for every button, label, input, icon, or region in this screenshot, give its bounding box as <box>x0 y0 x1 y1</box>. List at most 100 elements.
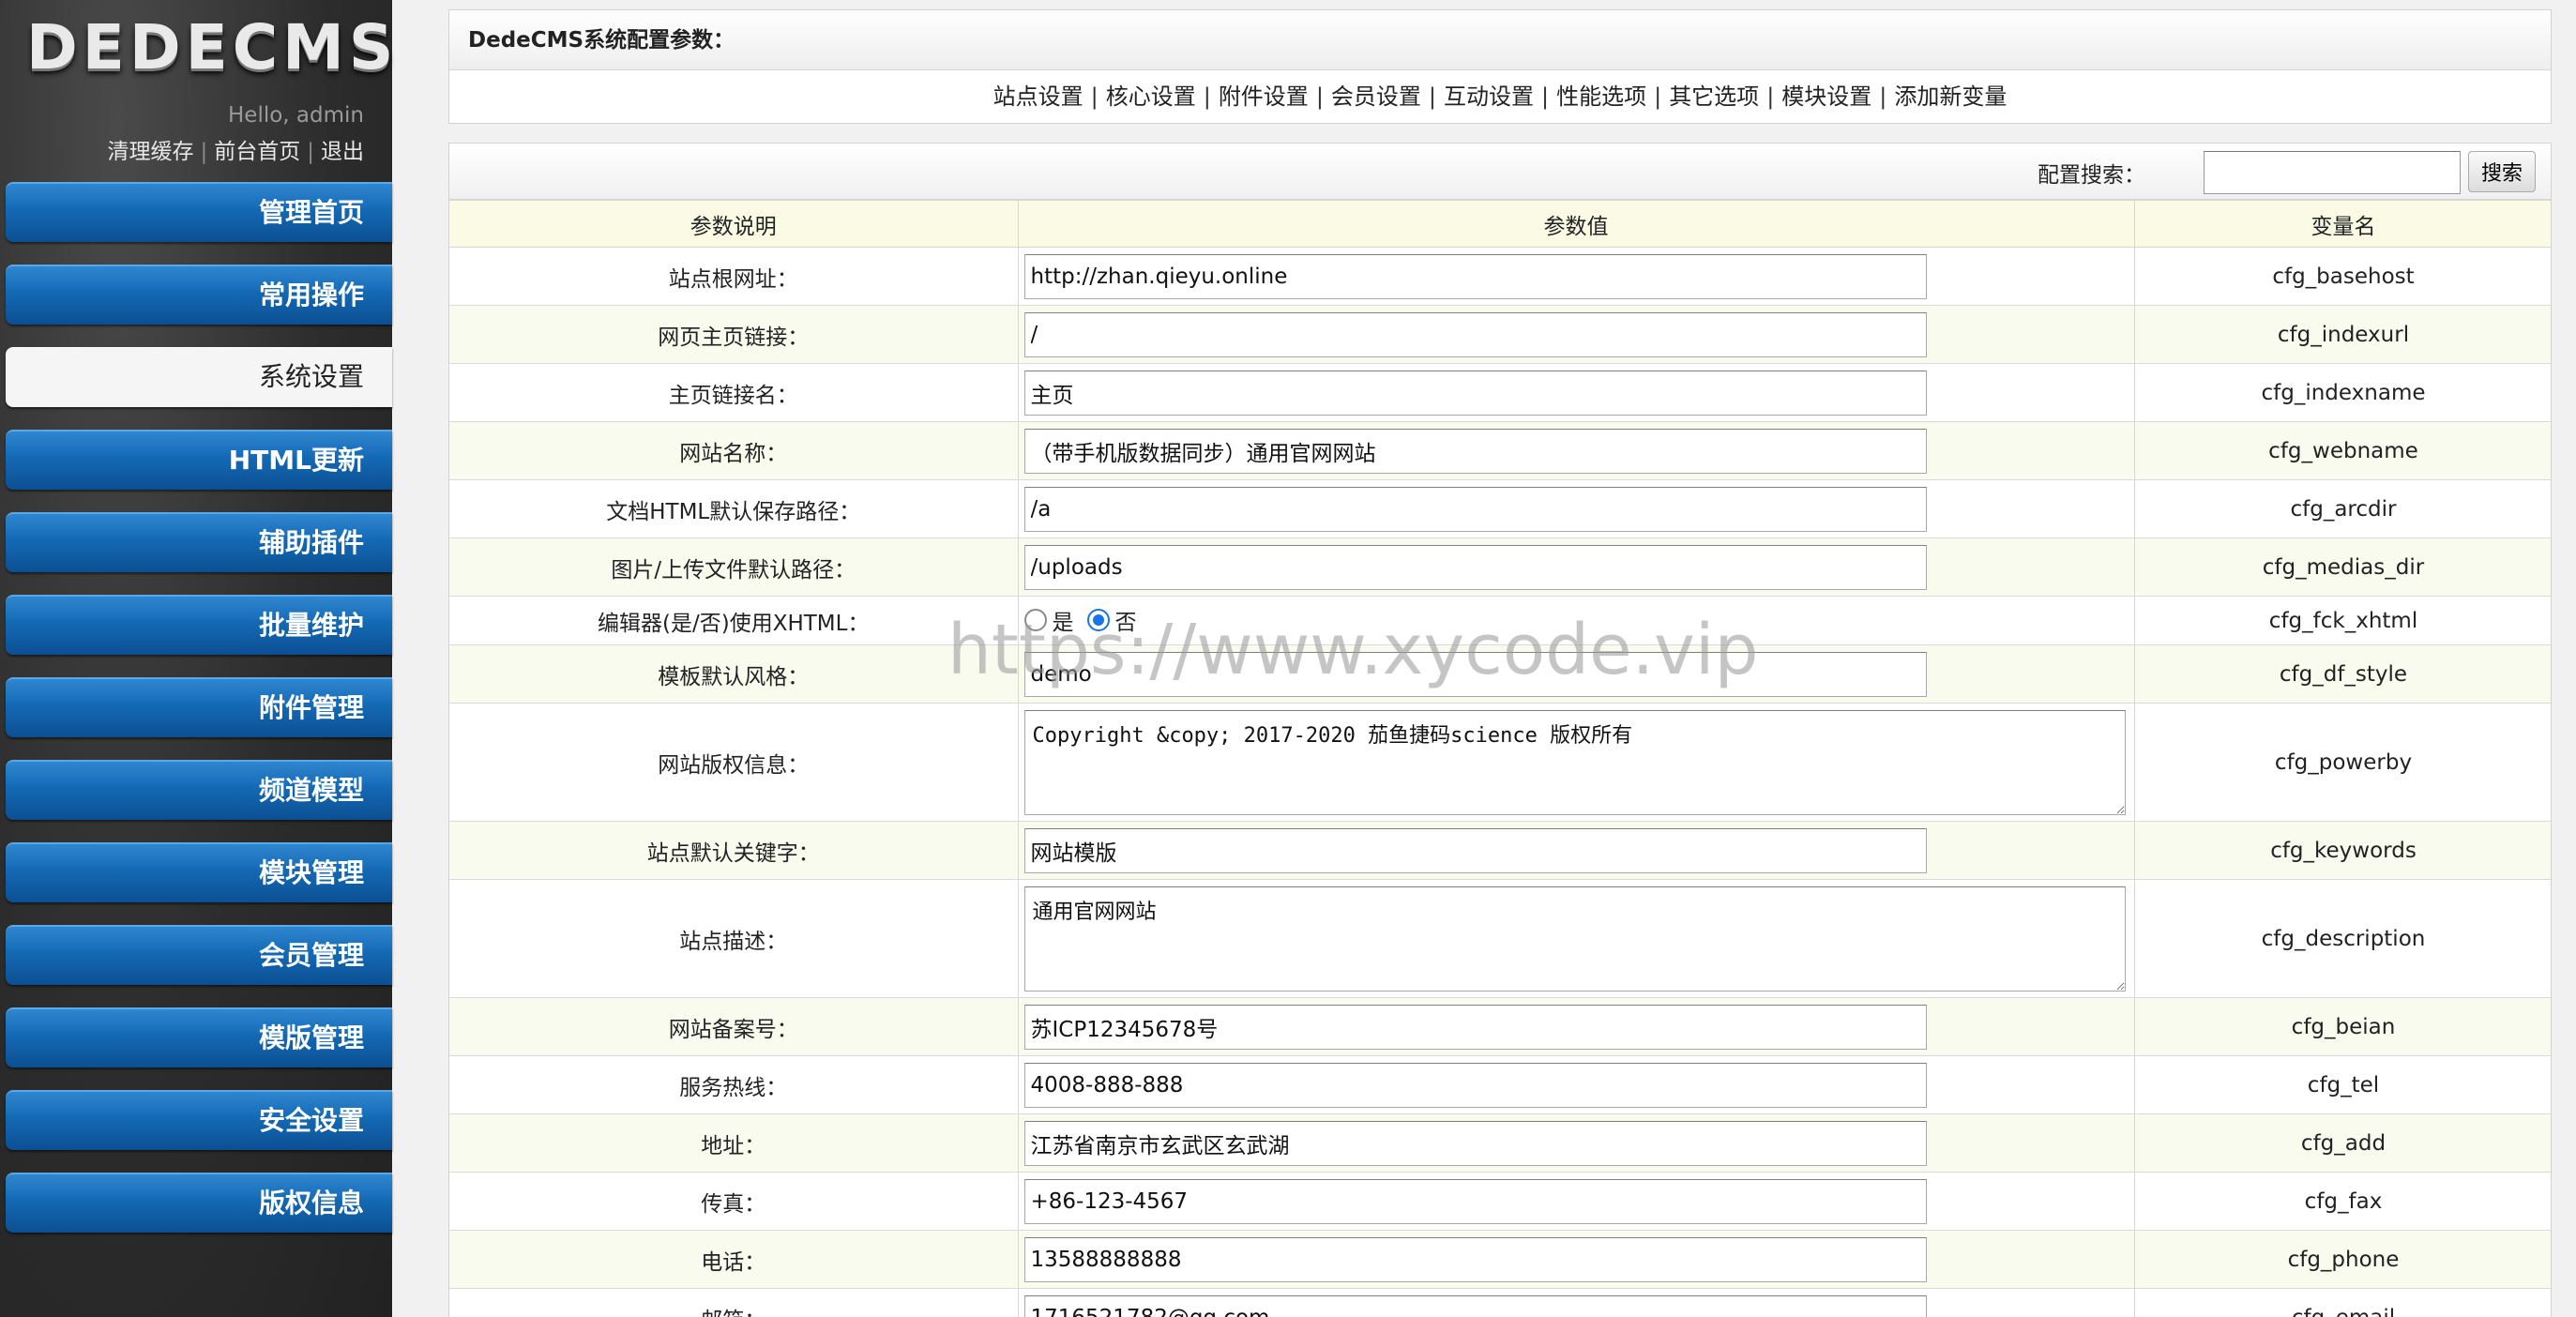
tab-member[interactable]: 会员设置 <box>1331 83 1421 110</box>
tab-divider: | <box>1654 83 1662 110</box>
variable-name: cfg_fax <box>2134 1172 2551 1231</box>
param-value-textarea[interactable]: 通用官网网站 <box>1023 886 2126 992</box>
param-value-cell <box>1018 537 2135 597</box>
param-value-input[interactable] <box>1023 1120 1927 1166</box>
param-value-input[interactable] <box>1023 651 1927 697</box>
param-label: 网页主页链接： <box>449 305 1019 364</box>
sidebar-item-system-settings[interactable]: 系统设置 <box>6 347 392 407</box>
table-row: 编辑器(是/否)使用XHTML：是否 cfg_fck_xhtml <box>449 596 2551 645</box>
radio-label: 否 <box>1114 611 1137 635</box>
param-value-textarea[interactable]: Copyright &copy; 2017-2020 茄鱼捷码science 版… <box>1023 709 2126 815</box>
param-value-cell <box>1018 479 2135 538</box>
param-value-cell <box>1018 247 2135 306</box>
sidebar-item-admin-home[interactable]: 管理首页 <box>6 182 392 242</box>
tab-site[interactable]: 站点设置 <box>993 83 1083 110</box>
tab-other[interactable]: 其它选项 <box>1669 83 1759 110</box>
sidebar-item-batch-maintenance[interactable]: 批量维护 <box>6 595 392 655</box>
config-tabs: 站点设置 | 核心设置 | 附件设置 | 会员设置 | 互动设置 | 性能选项 | 其它选项 | 模块设置 |… <box>449 70 2551 123</box>
variable-name: cfg_fck_xhtml <box>2134 596 2551 645</box>
param-label: 站点默认关键字： <box>449 821 1019 880</box>
param-value-input[interactable] <box>1023 253 1927 299</box>
param-label: 模板默认风格： <box>449 644 1019 704</box>
param-value-cell <box>1018 1172 2135 1231</box>
tab-attachment[interactable]: 附件设置 <box>1219 83 1309 110</box>
clear-cache-link[interactable]: 清理缓存 <box>108 140 194 164</box>
param-value-cell <box>1018 821 2135 880</box>
frontend-home-link[interactable]: 前台首页 <box>214 140 300 164</box>
param-label: 电话： <box>449 1230 1019 1289</box>
variable-name: cfg_indexname <box>2134 363 2551 422</box>
sidebar-item-members[interactable]: 会员管理 <box>6 925 392 985</box>
variable-name: cfg_medias_dir <box>2134 537 2551 597</box>
config-table-body: 站点根网址：cfg_basehost网页主页链接： cfg_indexurl主页链… <box>449 247 2551 1317</box>
param-label: 网站版权信息： <box>449 703 1019 822</box>
variable-name: cfg_arcdir <box>2134 479 2551 538</box>
table-row: 文档HTML默认保存路径： cfg_arcdir <box>449 479 2551 538</box>
table-row: 主页链接名： cfg_indexname <box>449 363 2551 422</box>
radio-no[interactable] <box>1086 609 1110 631</box>
table-row: 电话： cfg_phone <box>449 1230 2551 1289</box>
table-row: 模板默认风格： cfg_df_style <box>449 644 2551 704</box>
param-value-cell <box>1018 305 2135 364</box>
param-value-input[interactable] <box>1023 1004 1927 1050</box>
param-value-input[interactable] <box>1023 428 1927 474</box>
table-row: 网页主页链接： cfg_indexurl <box>449 305 2551 364</box>
dedecms-logo: DEDECMS <box>26 11 399 83</box>
variable-name: cfg_indexurl <box>2134 305 2551 364</box>
param-value-input[interactable] <box>1023 370 1927 416</box>
param-label: 图片/上传文件默认路径： <box>449 537 1019 597</box>
param-value-input[interactable] <box>1023 486 1927 532</box>
search-input[interactable] <box>2204 151 2461 194</box>
search-button[interactable]: 搜索 <box>2468 151 2536 192</box>
sidebar-item-attachments[interactable]: 附件管理 <box>6 677 392 737</box>
sidebar-item-html-update[interactable]: HTML更新 <box>6 430 392 490</box>
param-value-input[interactable] <box>1023 1062 1927 1108</box>
variable-name: cfg_df_style <box>2134 644 2551 704</box>
param-value-input[interactable] <box>1023 827 1927 873</box>
config-table: 参数说明 参数值 变量名 站点根网址： cfg_basehost 网页主页链接： cf… <box>449 200 2551 1317</box>
tab-module[interactable]: 模块设置 <box>1781 83 1871 110</box>
tab-interaction[interactable]: 互动设置 <box>1444 83 1534 110</box>
logout-link[interactable]: 退出 <box>321 140 364 164</box>
sidebar-item-plugins[interactable]: 辅助插件 <box>6 512 392 572</box>
sidebar-item-templates[interactable]: 模版管理 <box>6 1007 392 1067</box>
param-label: 编辑器(是/否)使用XHTML： <box>449 596 1019 645</box>
table-row: 图片/上传文件默认路径： cfg_medias_dir <box>449 537 2551 597</box>
variable-name: cfg_description <box>2134 879 2551 998</box>
tab-divider: | <box>1879 83 1887 110</box>
param-value-input[interactable] <box>1023 1236 1927 1282</box>
sidebar-item-copyright[interactable]: 版权信息 <box>6 1173 392 1233</box>
param-value-cell <box>1018 997 2135 1056</box>
sidebar-item-security[interactable]: 安全设置 <box>6 1090 392 1150</box>
table-row: 站点根网址： cfg_basehost <box>449 247 2551 306</box>
param-value-input[interactable] <box>1023 1294 1927 1317</box>
table-header-row: 参数说明 参数值 变量名 <box>449 200 2551 248</box>
tab-add-variable[interactable]: 添加新变量 <box>1894 83 2007 110</box>
table-row: 传真： cfg_fax <box>449 1172 2551 1231</box>
column-header-value: 参数值 <box>1018 200 2135 248</box>
table-row: 网站名称： cfg_webname <box>449 421 2551 480</box>
param-value-cell <box>1018 1055 2135 1114</box>
sidebar-item-common-ops[interactable]: 常用操作 <box>6 265 392 325</box>
param-value-cell: 是否 <box>1018 596 2135 645</box>
tab-divider: | <box>1203 83 1211 110</box>
param-value-cell <box>1018 644 2135 704</box>
sidebar-item-channel-models[interactable]: 频道模型 <box>6 760 392 820</box>
sidebar-item-modules[interactable]: 模块管理 <box>6 842 392 902</box>
column-header-variable: 变量名 <box>2134 200 2551 248</box>
radio-yes[interactable] <box>1023 609 1047 631</box>
param-label: 传真： <box>449 1172 1019 1231</box>
sidebar-top-links: 清理缓存 | 前台首页 | 退出 <box>108 133 365 165</box>
table-row: 邮箱： cfg_email <box>449 1288 2551 1317</box>
table-row: 站点描述： 通用官网网站 cfg_description <box>449 879 2551 998</box>
param-value-input[interactable] <box>1023 544 1927 590</box>
param-label: 站点描述： <box>449 879 1019 998</box>
config-table-panel: 配置搜索： 搜索 参数说明 参数值 变量名 站点根网址： cfg_basehost… <box>448 143 2552 1317</box>
param-value-input[interactable] <box>1023 311 1927 357</box>
param-value-input[interactable] <box>1023 1178 1927 1224</box>
tab-core[interactable]: 核心设置 <box>1106 83 1196 110</box>
tab-performance[interactable]: 性能选项 <box>1556 83 1646 110</box>
greeting: Hello, admin <box>228 103 364 128</box>
config-header-panel: DedeCMS系统配置参数： 站点设置 | 核心设置 | 附件设置 | 会员设置 | 互动设置 |… <box>448 9 2552 124</box>
variable-name: cfg_basehost <box>2134 247 2551 306</box>
